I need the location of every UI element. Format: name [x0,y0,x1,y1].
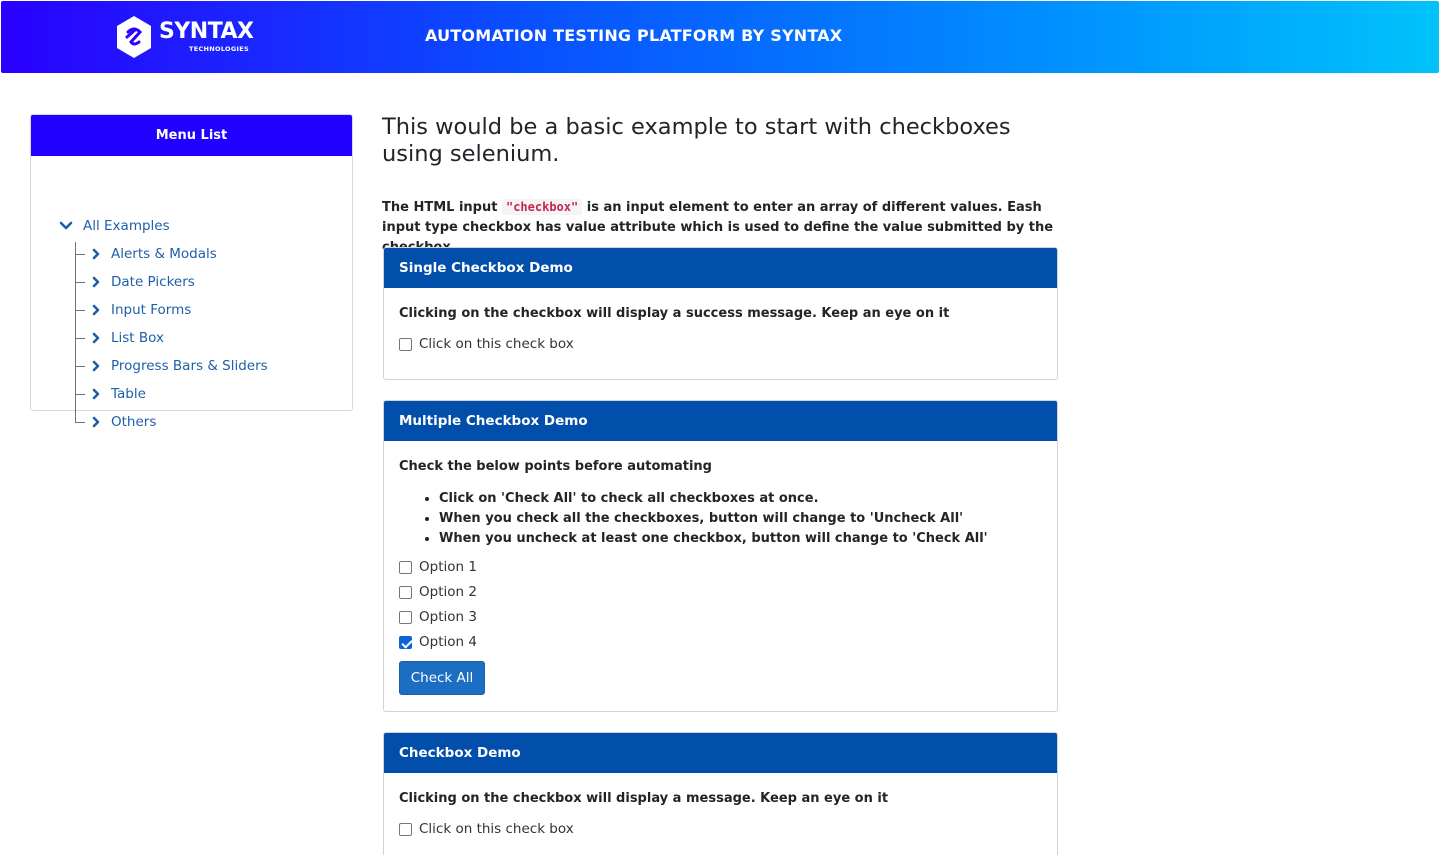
chevron-right-icon [92,416,100,428]
multiple-checkbox-panel: Multiple Checkbox Demo Check the below p… [383,400,1058,712]
logo-wordmark: SYNTAX [159,19,254,44]
instructions-list: Click on 'Check All' to check all checkb… [439,489,988,549]
platform-title: AUTOMATION TESTING PLATFORM BY SYNTAX [425,26,843,45]
chevron-down-icon [59,221,73,230]
checkbox-label[interactable]: Option 4 [419,634,477,651]
checkbox-label[interactable]: Click on this check box [419,821,574,838]
tree-connector-line [75,242,76,422]
tree-item-label: Progress Bars & Sliders [111,358,268,374]
tree-connector-tick [75,394,85,395]
menu-list-title: Menu List [31,115,352,156]
panel-title: Single Checkbox Demo [384,248,1057,288]
chevron-right-icon [92,388,100,400]
tree-connector-tick [75,338,85,339]
option-1-checkbox[interactable] [399,561,412,574]
tree-connector-tick [75,422,85,423]
top-banner: SYNTAX TECHNOLOGIES AUTOMATION TESTING P… [1,1,1439,73]
tree-item-label: All Examples [83,218,170,234]
menu-list-panel: Menu List All Examples Alerts & Modals D… [30,114,353,430]
single-checkbox[interactable] [399,338,412,351]
tree-item-label: Table [111,386,146,402]
chevron-right-icon [92,360,100,372]
checkbox-label[interactable]: Option 2 [419,584,477,601]
logo-subtitle: TECHNOLOGIES [189,45,249,53]
option-3-checkbox[interactable] [399,611,412,624]
panel-description: Check the below points before automating [399,459,712,474]
tree-item-label: Others [111,414,157,430]
list-item: Click on 'Check All' to check all checkb… [439,489,988,509]
check-all-button[interactable]: Check All [399,661,485,695]
chevron-right-icon [92,304,100,316]
intro-code: "checkbox" [501,199,583,215]
checkbox-label[interactable]: Option 3 [419,609,477,626]
syntax-logo[interactable]: SYNTAX TECHNOLOGIES [115,15,255,61]
panel-description: Clicking on the checkbox will display a … [399,791,889,806]
tree-item-label: List Box [111,330,164,346]
list-item: When you uncheck at least one checkbox, … [439,529,988,549]
chevron-right-icon [92,276,100,288]
checkbox-demo-panel: Checkbox Demo Clicking on the checkbox w… [383,732,1058,855]
panel-description: Clicking on the checkbox will display a … [399,306,950,321]
tree-connector-tick [75,254,85,255]
checkbox-label[interactable]: Option 1 [419,559,477,576]
tree-connector-tick [75,366,85,367]
page-heading: This would be a basic example to start w… [382,114,1011,167]
demo-checkbox[interactable] [399,823,412,836]
chevron-right-icon [92,332,100,344]
list-item: When you check all the checkboxes, butto… [439,509,988,529]
tree-item-label: Alerts & Modals [111,246,217,262]
tree-connector-tick [75,282,85,283]
tree-connector-tick [75,310,85,311]
tree-item-label: Date Pickers [111,274,195,290]
syntax-logo-icon [117,16,151,58]
option-4-checkbox[interactable] [399,636,412,649]
panel-title: Checkbox Demo [384,733,1057,773]
intro-text-before: The HTML input [382,200,502,215]
single-checkbox-panel: Single Checkbox Demo Clicking on the che… [383,247,1058,380]
checkbox-label[interactable]: Click on this check box [419,336,574,353]
option-2-checkbox[interactable] [399,586,412,599]
tree-item-label: Input Forms [111,302,192,318]
panel-title: Multiple Checkbox Demo [384,401,1057,441]
chevron-right-icon [92,248,100,260]
